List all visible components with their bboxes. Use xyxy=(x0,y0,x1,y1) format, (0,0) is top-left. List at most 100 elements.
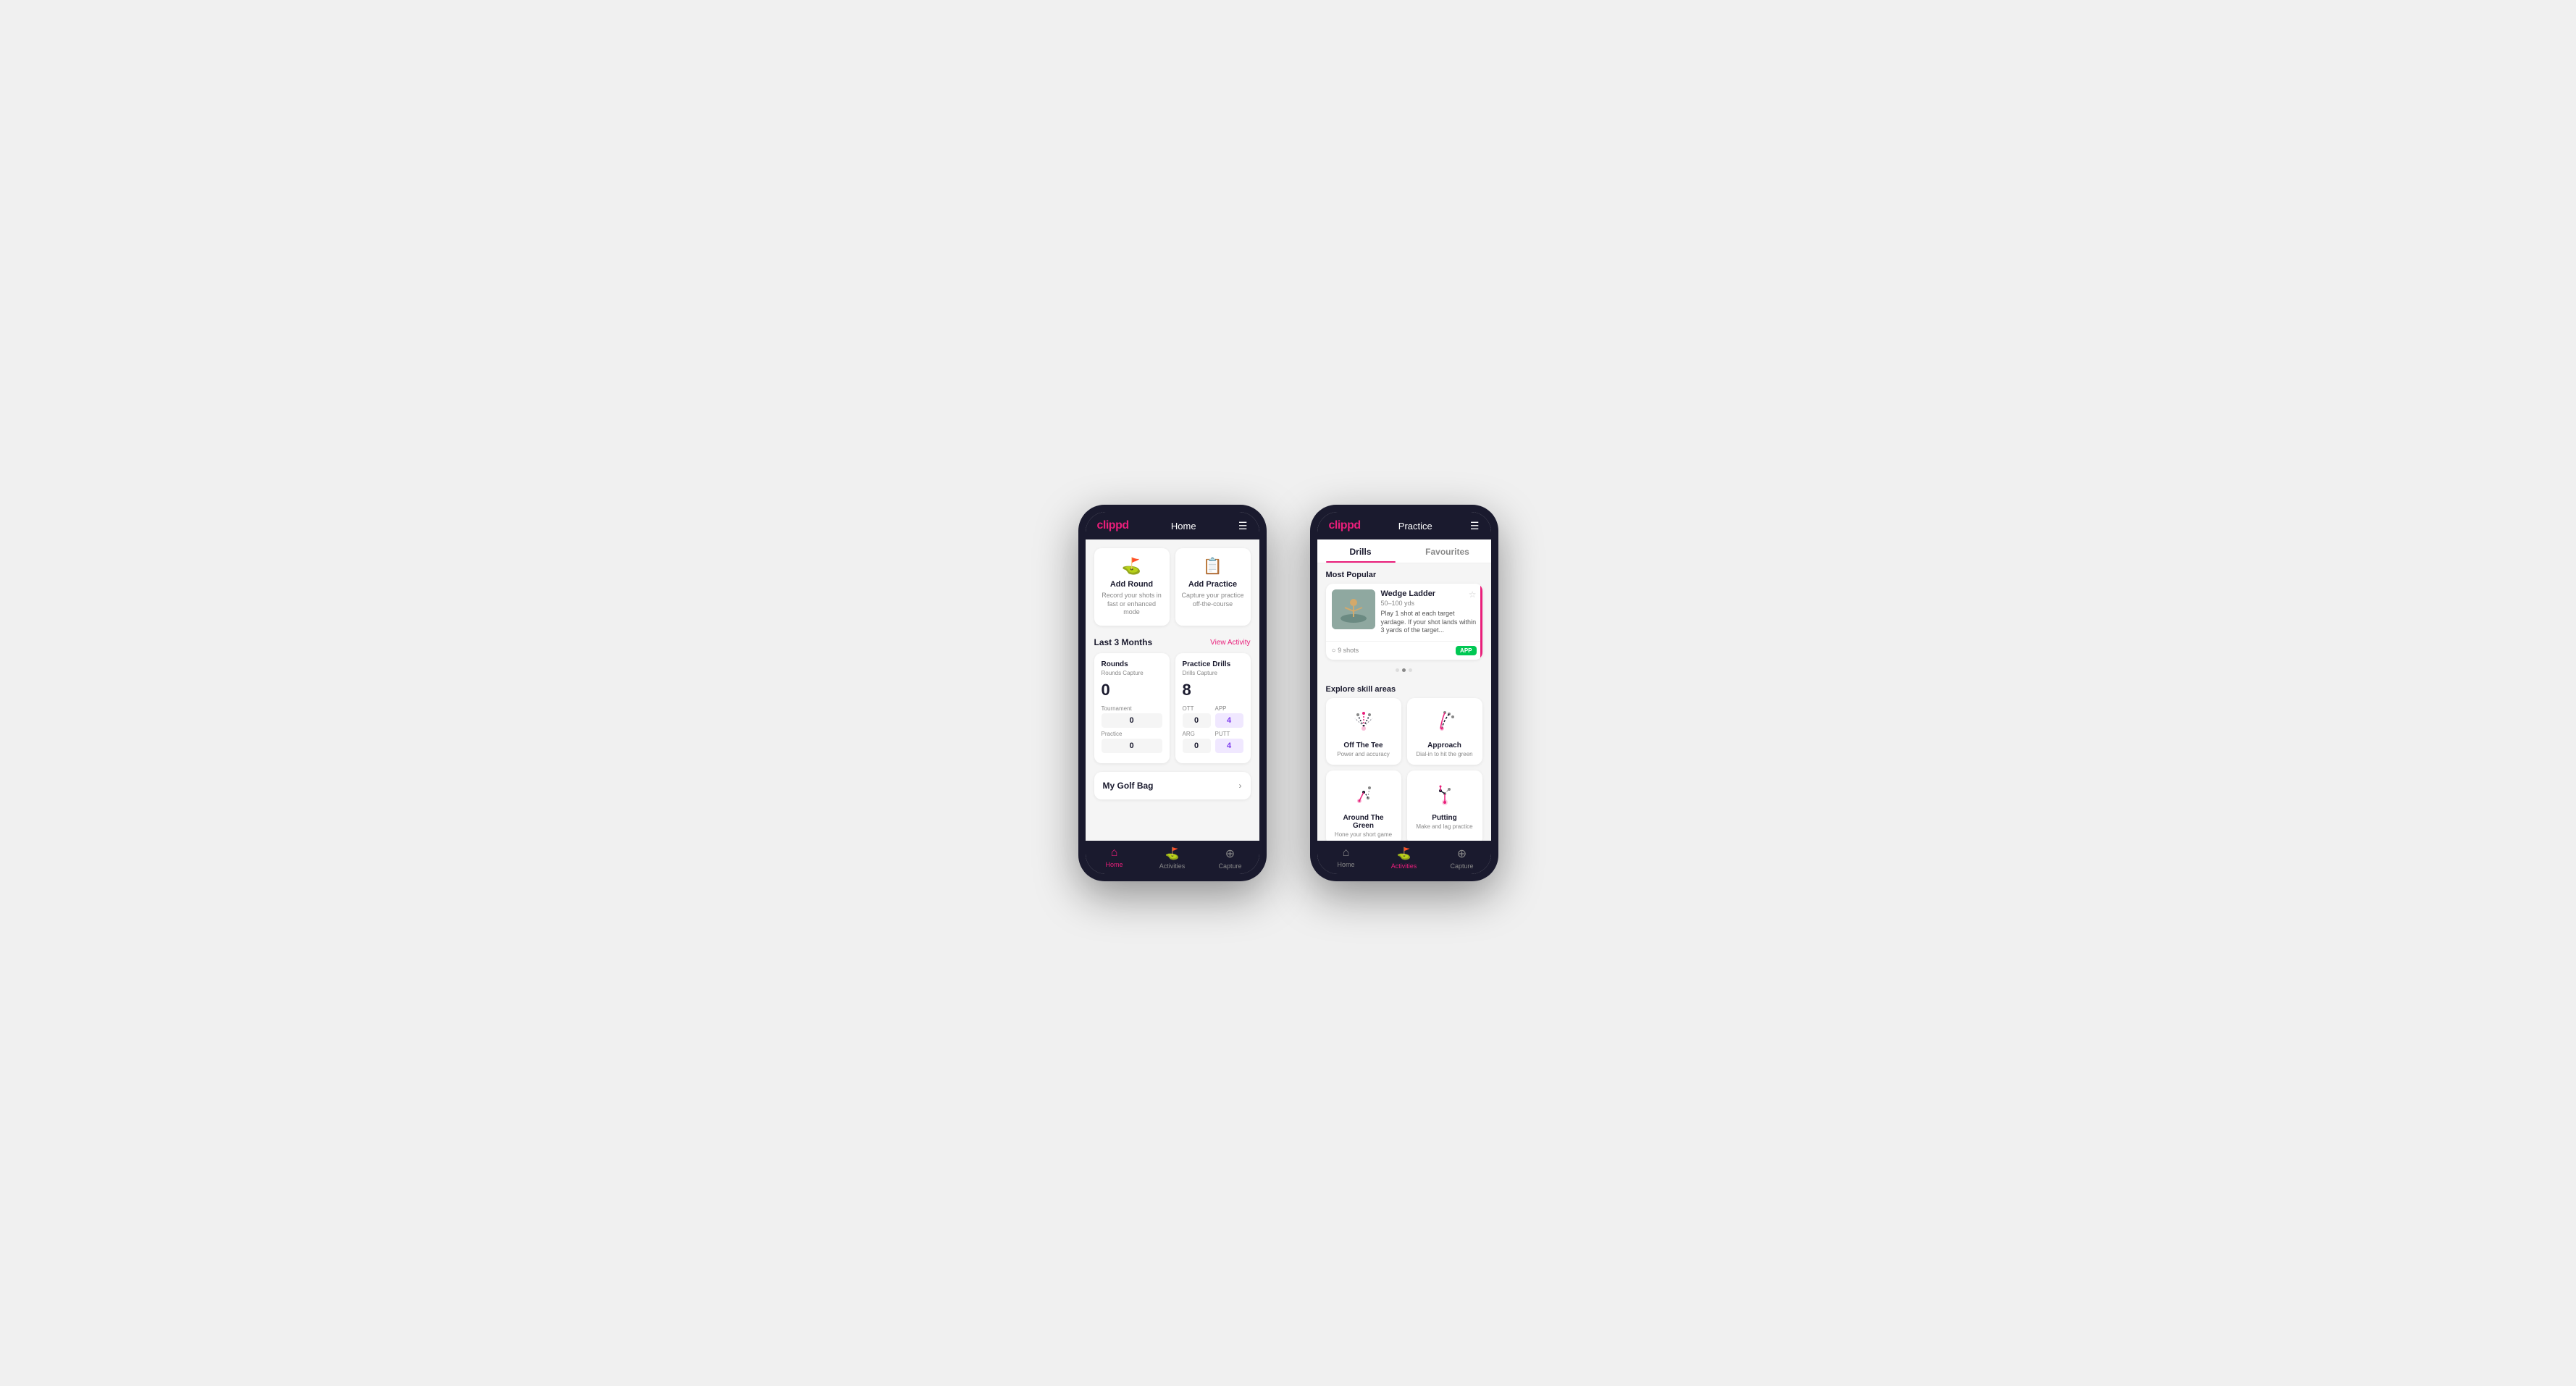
practice-rounds-label: Practice xyxy=(1102,731,1162,737)
practice-nav-activities[interactable]: ⛳ Activities xyxy=(1375,847,1433,870)
golf-bag-label: My Golf Bag xyxy=(1103,781,1154,791)
featured-drill-card[interactable]: Wedge Ladder ☆ 50–100 yds Play 1 shot at… xyxy=(1326,584,1482,660)
approach-icon xyxy=(1429,705,1461,737)
menu-icon[interactable]: ☰ xyxy=(1238,520,1248,532)
rounds-total: 0 xyxy=(1102,681,1162,700)
drills-capture-label: Drills Capture xyxy=(1183,670,1243,676)
home-header: clippd Home ☰ xyxy=(1086,512,1259,539)
approach-desc: Dial-in to hit the green xyxy=(1414,751,1475,757)
rounds-card: Rounds Rounds Capture 0 Tournament 0 Pra… xyxy=(1094,653,1170,763)
app-label: APP xyxy=(1215,705,1243,712)
capture-nav-label: Capture xyxy=(1218,862,1241,870)
action-cards-row: ⛳ Add Round Record your shots in fast or… xyxy=(1086,539,1259,634)
drill-thumbnail xyxy=(1332,589,1375,629)
shots-count: ○ 9 shots xyxy=(1332,647,1359,655)
add-practice-title: Add Practice xyxy=(1181,580,1245,589)
drills-title: Practice Drills xyxy=(1183,660,1243,668)
arg-label: ARG xyxy=(1183,731,1211,737)
practice-capture-nav-label: Capture xyxy=(1450,862,1473,870)
arg-value: 0 xyxy=(1183,739,1211,753)
add-round-icon: ⛳ xyxy=(1100,557,1164,576)
around-the-green-icon xyxy=(1348,778,1380,810)
off-the-tee-title: Off The Tee xyxy=(1333,742,1394,749)
nav-capture[interactable]: ⊕ Capture xyxy=(1201,847,1259,870)
phone-practice: clippd Practice ☰ Drills Favourites Most… xyxy=(1310,505,1498,881)
tab-favourites[interactable]: Favourites xyxy=(1404,539,1491,563)
around-the-green-title: Around The Green xyxy=(1333,814,1394,830)
practice-page-title: Practice xyxy=(1398,521,1432,532)
putting-icon xyxy=(1429,778,1461,810)
putting-title: Putting xyxy=(1414,814,1475,822)
nav-activities[interactable]: ⛳ Activities xyxy=(1144,847,1201,870)
skill-card-around-the-green[interactable]: Around The Green Hone your short game xyxy=(1326,770,1401,841)
phone-home: clippd Home ☰ ⛳ Add Round Record your sh… xyxy=(1078,505,1267,881)
view-activity-link[interactable]: View Activity xyxy=(1210,639,1250,647)
practice-capture-nav-icon: ⊕ xyxy=(1457,847,1467,861)
off-the-tee-icon xyxy=(1348,705,1380,737)
practice-home-nav-icon: ⌂ xyxy=(1343,847,1350,860)
drill-title: Wedge Ladder xyxy=(1381,589,1436,598)
activities-nav-icon: ⛳ xyxy=(1165,847,1180,861)
home-bottom-nav: ⌂ Home ⛳ Activities ⊕ Capture xyxy=(1086,841,1259,874)
practice-rounds-value: 0 xyxy=(1102,739,1162,753)
tournament-label: Tournament xyxy=(1102,705,1162,712)
skill-areas-grid: Off The Tee Power and accuracy xyxy=(1317,698,1491,841)
add-practice-desc: Capture your practice off-the-course xyxy=(1181,592,1245,608)
favourite-star-icon[interactable]: ☆ xyxy=(1469,589,1477,600)
stats-grid: Rounds Rounds Capture 0 Tournament 0 Pra… xyxy=(1086,653,1259,772)
home-nav-label: Home xyxy=(1105,861,1123,868)
putting-desc: Make and lag practice xyxy=(1414,823,1475,830)
stats-header-row: Last 3 Months View Activity xyxy=(1086,634,1259,653)
skill-card-approach[interactable]: Approach Dial-in to hit the green xyxy=(1407,698,1482,765)
golf-bag-row[interactable]: My Golf Bag › xyxy=(1094,772,1251,799)
practice-tabs: Drills Favourites xyxy=(1317,539,1491,563)
skill-card-putting[interactable]: Putting Make and lag practice xyxy=(1407,770,1482,841)
practice-header: clippd Practice ☰ xyxy=(1317,512,1491,539)
dot-1 xyxy=(1396,668,1399,672)
carousel-dots xyxy=(1317,665,1491,678)
approach-title: Approach xyxy=(1414,742,1475,749)
most-popular-label: Most Popular xyxy=(1317,563,1491,584)
practice-activities-nav-icon: ⛳ xyxy=(1397,847,1411,861)
drills-total: 8 xyxy=(1183,681,1243,700)
dot-2 xyxy=(1402,668,1406,672)
home-nav-icon: ⌂ xyxy=(1111,847,1118,860)
tournament-value: 0 xyxy=(1102,713,1162,728)
drill-description: Play 1 shot at each target yardage. If y… xyxy=(1381,610,1477,635)
around-the-green-desc: Hone your short game xyxy=(1333,831,1394,838)
app-badge: APP xyxy=(1456,646,1476,655)
nav-home[interactable]: ⌂ Home xyxy=(1086,847,1144,870)
capture-nav-icon: ⊕ xyxy=(1225,847,1235,861)
practice-nav-capture[interactable]: ⊕ Capture xyxy=(1433,847,1491,870)
ott-label: OTT xyxy=(1183,705,1211,712)
practice-app-logo: clippd xyxy=(1329,519,1361,532)
practice-activities-nav-label: Activities xyxy=(1391,862,1417,870)
app-value: 4 xyxy=(1215,713,1243,728)
practice-home-nav-label: Home xyxy=(1337,861,1354,868)
explore-label: Explore skill areas xyxy=(1317,678,1491,698)
practice-nav-home[interactable]: ⌂ Home xyxy=(1317,847,1375,870)
app-logo: clippd xyxy=(1097,519,1129,532)
add-practice-icon: 📋 xyxy=(1181,557,1245,576)
ott-value: 0 xyxy=(1183,713,1211,728)
practice-menu-icon[interactable]: ☰ xyxy=(1470,520,1480,532)
chevron-right-icon: › xyxy=(1239,781,1242,791)
off-the-tee-desc: Power and accuracy xyxy=(1333,751,1394,757)
stats-period-label: Last 3 Months xyxy=(1094,637,1153,647)
home-page-title: Home xyxy=(1171,521,1196,532)
tab-drills[interactable]: Drills xyxy=(1317,539,1404,563)
add-round-desc: Record your shots in fast or enhanced mo… xyxy=(1100,592,1164,617)
activities-nav-label: Activities xyxy=(1159,862,1186,870)
add-practice-card[interactable]: 📋 Add Practice Capture your practice off… xyxy=(1175,548,1251,626)
putt-label: PUTT xyxy=(1215,731,1243,737)
skill-card-off-the-tee[interactable]: Off The Tee Power and accuracy xyxy=(1326,698,1401,765)
rounds-capture-label: Rounds Capture xyxy=(1102,670,1162,676)
practice-content: Most Popular xyxy=(1317,563,1491,841)
practice-bottom-nav: ⌂ Home ⛳ Activities ⊕ Capture xyxy=(1317,841,1491,874)
add-round-title: Add Round xyxy=(1100,580,1164,589)
dot-3 xyxy=(1409,668,1412,672)
rounds-title: Rounds xyxy=(1102,660,1162,668)
home-content: ⛳ Add Round Record your shots in fast or… xyxy=(1086,539,1259,841)
drill-distance: 50–100 yds xyxy=(1381,600,1477,607)
add-round-card[interactable]: ⛳ Add Round Record your shots in fast or… xyxy=(1094,548,1170,626)
